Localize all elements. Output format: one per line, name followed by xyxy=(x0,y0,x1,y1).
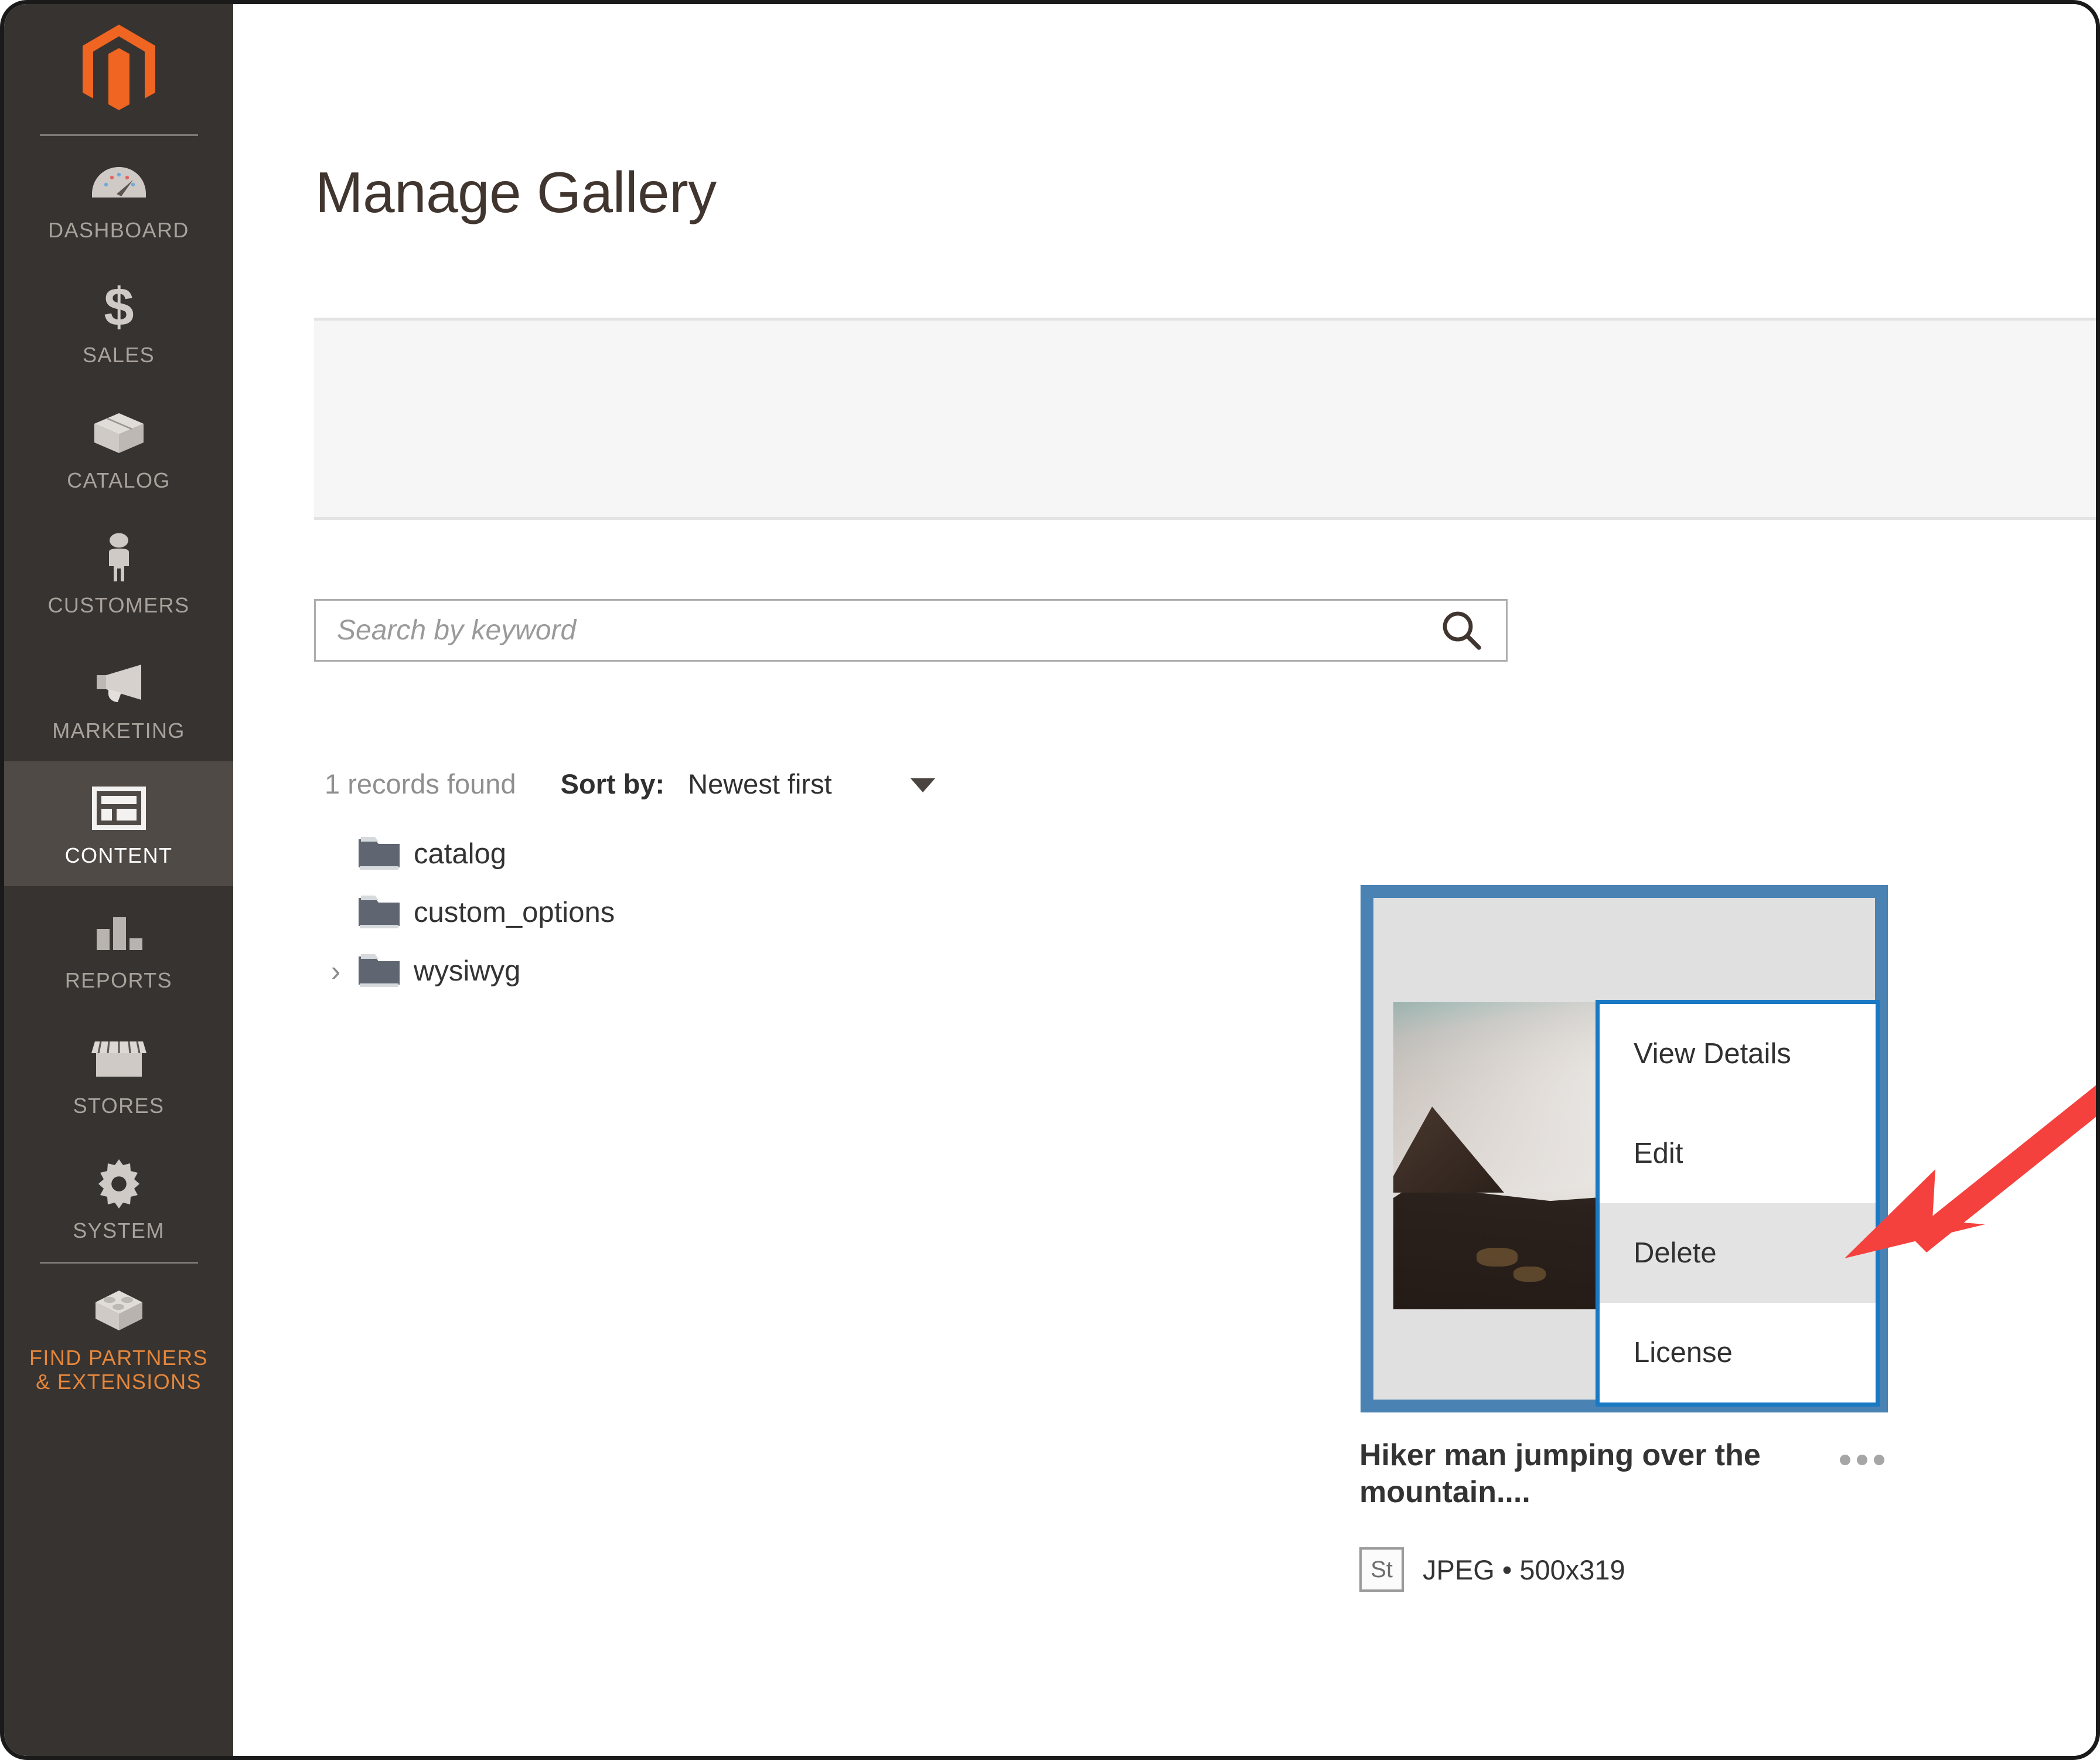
sidebar-item-label: DASHBOARD xyxy=(48,218,189,242)
kebab-dot xyxy=(1857,1455,1867,1465)
folder-tree: › catalog › xyxy=(314,825,959,1000)
upload-drop-panel[interactable] xyxy=(314,318,2096,520)
sidebar-item-catalog[interactable]: CATALOG xyxy=(4,386,233,511)
menu-item-view-details[interactable]: View Details xyxy=(1600,1004,1876,1104)
sidebar-item-sales[interactable]: $ SALES xyxy=(4,261,233,386)
sidebar-item-label: SYSTEM xyxy=(73,1218,165,1243)
folder-label: catalog xyxy=(414,838,507,870)
folder-row-custom-options[interactable]: › custom_options xyxy=(314,883,959,942)
magento-logo-icon xyxy=(82,25,155,110)
menu-item-edit[interactable]: Edit xyxy=(1600,1104,1876,1203)
storefront-icon xyxy=(90,1032,148,1085)
search-input[interactable] xyxy=(316,601,1418,660)
folder-label: custom_options xyxy=(414,897,615,928)
menu-item-delete[interactable]: Delete xyxy=(1600,1203,1876,1303)
bar-chart-icon xyxy=(92,906,146,960)
sidebar-item-marketing[interactable]: MARKETING xyxy=(4,636,233,761)
kebab-dot xyxy=(1840,1455,1850,1465)
admin-sidebar: DASHBOARD $ SALES CATALOG CUSTOMERS MARK… xyxy=(4,4,233,1756)
menu-item-label: License xyxy=(1634,1337,1733,1368)
brick-icon xyxy=(92,1284,146,1337)
chevron-down-icon[interactable] xyxy=(910,778,935,792)
sidebar-item-label: CATALOG xyxy=(67,468,171,492)
magento-admin-window: DASHBOARD $ SALES CATALOG CUSTOMERS MARK… xyxy=(0,0,2100,1760)
folder-icon xyxy=(357,893,401,932)
sidebar-item-label: FIND PARTNERS & EXTENSIONS xyxy=(29,1345,208,1394)
box-icon xyxy=(92,406,146,460)
folder-label: wysiwyg xyxy=(414,955,521,987)
sidebar-item-stores[interactable]: STORES xyxy=(4,1012,233,1136)
sidebar-item-label: MARKETING xyxy=(52,718,185,743)
menu-item-label: Delete xyxy=(1634,1237,1717,1269)
folder-row-catalog[interactable]: › catalog xyxy=(314,825,959,883)
asset-context-menu: View Details Edit Delete License xyxy=(1596,1000,1880,1407)
main-content: Manage Gallery 1 records found Sort by: … xyxy=(233,4,2096,1756)
sort-by-value[interactable]: Newest first xyxy=(688,768,832,800)
asset-caption: Hiker man jumping over the mountain.... xyxy=(1359,1437,1793,1512)
gear-icon xyxy=(94,1156,144,1210)
kebab-dot xyxy=(1874,1455,1884,1465)
status-badge: St xyxy=(1359,1547,1404,1592)
sidebar-item-find-partners[interactable]: FIND PARTNERS & EXTENSIONS xyxy=(4,1264,233,1413)
sidebar-divider-bottom xyxy=(39,1261,198,1264)
sidebar-item-system[interactable]: SYSTEM xyxy=(4,1136,233,1261)
svg-text:$: $ xyxy=(104,282,134,333)
gauge-icon xyxy=(91,156,147,210)
sidebar-item-label: SALES xyxy=(82,343,155,367)
magento-logo[interactable] xyxy=(4,4,233,134)
megaphone-icon xyxy=(90,656,148,710)
menu-item-license[interactable]: License xyxy=(1600,1303,1876,1402)
thumbnail-rock xyxy=(1513,1266,1546,1282)
chevron-right-icon[interactable]: › xyxy=(314,956,357,986)
search-icon xyxy=(1443,611,1481,650)
asset-meta-text: JPEG • 500x319 xyxy=(1423,1554,1625,1585)
sidebar-item-label: STORES xyxy=(73,1093,165,1118)
records-found-label: 1 records found xyxy=(325,768,516,799)
page-title: Manage Gallery xyxy=(315,160,717,224)
person-icon xyxy=(100,531,138,585)
folder-icon xyxy=(357,952,401,991)
sidebar-item-content[interactable]: CONTENT xyxy=(4,761,233,887)
sidebar-item-customers[interactable]: CUSTOMERS xyxy=(4,511,233,636)
sidebar-item-dashboard[interactable]: DASHBOARD xyxy=(4,136,233,261)
sidebar-divider-top xyxy=(39,134,198,136)
folder-icon xyxy=(357,835,401,874)
dollar-icon: $ xyxy=(102,281,136,335)
sidebar-item-label: CONTENT xyxy=(64,843,173,867)
asset-metadata: St JPEG • 500x319 xyxy=(1359,1547,1625,1592)
layout-icon xyxy=(91,781,146,835)
asset-title: Hiker man jumping over the mountain.... xyxy=(1359,1438,1761,1510)
sidebar-item-label: CUSTOMERS xyxy=(47,593,190,618)
ellipsis-icon[interactable] xyxy=(1840,1455,1884,1465)
sidebar-item-label: REPORTS xyxy=(64,968,173,993)
results-toolbar: 1 records found Sort by: Newest first xyxy=(314,757,935,810)
sidebar-item-reports[interactable]: REPORTS xyxy=(4,886,233,1011)
folder-row-wysiwyg[interactable]: › wysiwyg xyxy=(314,942,959,1000)
search-bar xyxy=(314,599,1508,662)
thumbnail-rock xyxy=(1476,1248,1518,1267)
search-button[interactable] xyxy=(1418,601,1506,660)
menu-item-label: Edit xyxy=(1634,1138,1683,1169)
sort-by-label: Sort by: xyxy=(560,768,665,799)
menu-item-label: View Details xyxy=(1634,1038,1791,1070)
